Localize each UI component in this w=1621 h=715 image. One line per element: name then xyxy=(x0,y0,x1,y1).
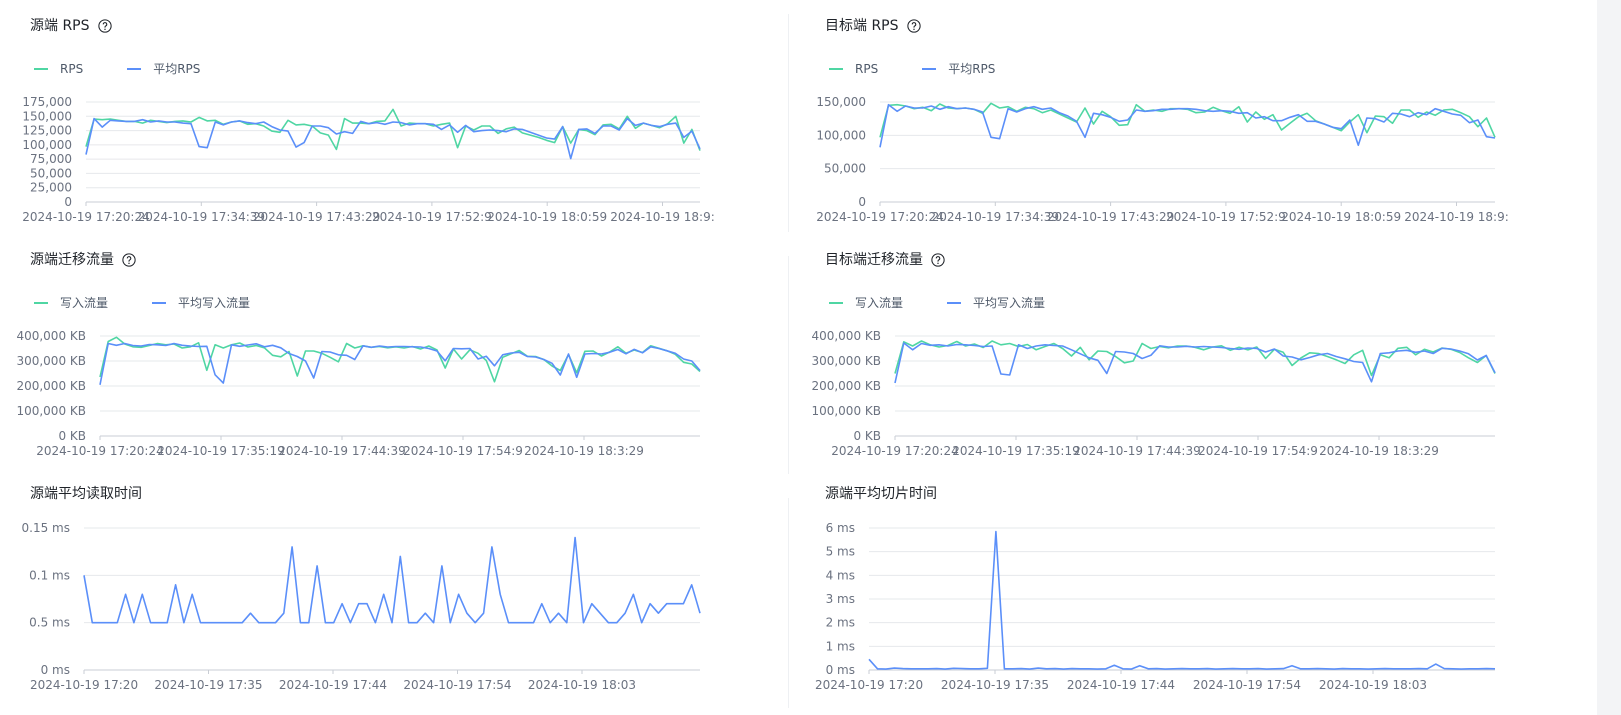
y-tick-label: 3 ms xyxy=(826,592,855,606)
x-tick-label: 2024-10-19 18:03 xyxy=(1319,678,1427,692)
y-tick-label: 50,000 xyxy=(824,162,866,176)
x-tick-label: 2024-10-19 18:9: xyxy=(1404,210,1509,224)
x-tick-label: 2024-10-19 18:9: xyxy=(610,210,715,224)
x-tick-label: 2024-10-19 17:44 xyxy=(279,678,387,692)
panel-source-read-time: 源端平均读取时间 0 ms 0.5 ms 0.1 ms 0.15 ms 2024-10-… xyxy=(22,484,730,715)
x-tick-label: 2024-10-19 17:35 xyxy=(941,678,1049,692)
x-tick-label: 2024-10-19 17:43:29 xyxy=(253,210,380,224)
column-divider-row1 xyxy=(788,14,789,232)
y-tick-label: 0.15 ms xyxy=(22,521,70,535)
x-tick-label: 2024-10-19 17:54:9 xyxy=(1198,444,1318,458)
x-tick-label: 2024-10-19 18:0:59 xyxy=(487,210,607,224)
x-tick-label: 2024-10-19 17:43:29 xyxy=(1047,210,1174,224)
x-tick-label: 2024-10-19 17:52:9 xyxy=(1166,210,1286,224)
x-tick-label: 2024-10-19 17:20 xyxy=(30,678,138,692)
y-tick-label: 200,000 KB xyxy=(811,379,881,393)
line-chart[interactable]: 0 50,000 100,000 150,000 2024-10-19 17:20:24… xyxy=(816,16,1525,236)
x-tick-label: 2024-10-19 17:20:24 xyxy=(831,444,958,458)
y-tick-label: 75,000 xyxy=(30,152,72,166)
x-tick-label: 2024-10-19 18:3:29 xyxy=(524,444,644,458)
y-tick-label: 100,000 KB xyxy=(811,404,881,418)
panel-target-traffic: 目标端迁移流量 写入流量 平均写入流量 0 KB 100,000 KB 200,00… xyxy=(811,250,1525,470)
y-tick-label: 0 ms xyxy=(41,663,70,677)
y-tick-label: 25,000 xyxy=(30,181,72,195)
series-line-actual[interactable] xyxy=(99,336,701,383)
y-tick-label: 1 ms xyxy=(826,639,855,653)
panel-source-traffic: 源端迁移流量 写入流量 平均写入流量 0 KB 100,000 KB 200,000… xyxy=(16,250,730,470)
y-tick-label: 6 ms xyxy=(826,521,855,535)
y-tick-label: 300,000 KB xyxy=(811,354,881,368)
y-tick-label: 175,000 xyxy=(22,95,72,109)
y-tick-label: 0 xyxy=(858,195,866,209)
y-tick-label: 400,000 KB xyxy=(811,329,881,343)
series-line-average[interactable] xyxy=(868,530,1496,670)
y-tick-label: 0 KB xyxy=(58,429,86,443)
x-tick-label: 2024-10-19 17:44:39 xyxy=(278,444,405,458)
x-tick-label: 2024-10-19 17:35:19 xyxy=(157,444,284,458)
x-tick-label: 2024-10-19 17:20:24 xyxy=(22,210,149,224)
y-tick-label: 150,000 xyxy=(22,109,72,123)
series-line-average[interactable] xyxy=(879,103,1496,148)
panel-source-rps: 源端 RPS RPS 平均RPS 0 25,000 50,000 75,000 100,… xyxy=(22,16,730,236)
panel-target-rps: 目标端 RPS RPS 平均RPS 0 50,000 100,000 150,000 2… xyxy=(816,16,1525,236)
x-tick-label: 2024-10-19 17:34:39 xyxy=(138,210,265,224)
line-chart[interactable]: 0 KB 100,000 KB 200,000 KB 300,000 KB 400,00… xyxy=(16,250,730,470)
y-tick-label: 400,000 KB xyxy=(16,329,86,343)
page-scrollbar-track[interactable] xyxy=(1597,0,1621,715)
x-tick-label: 2024-10-19 17:34:39 xyxy=(932,210,1059,224)
x-tick-label: 2024-10-19 17:35:19 xyxy=(952,444,1079,458)
x-tick-label: 2024-10-19 17:54 xyxy=(403,678,511,692)
series-line-average[interactable] xyxy=(894,342,1496,384)
y-tick-label: 150,000 xyxy=(816,95,866,109)
line-chart[interactable]: 0 ms 0.5 ms 0.1 ms 0.15 ms 2024-10-19 17:20 2… xyxy=(22,484,730,715)
y-tick-label: 50,000 xyxy=(30,166,72,180)
x-tick-label: 2024-10-19 17:44 xyxy=(1067,678,1175,692)
y-tick-label: 4 ms xyxy=(826,568,855,582)
x-tick-label: 2024-10-19 18:03 xyxy=(528,678,636,692)
y-tick-label: 0 ms xyxy=(826,663,855,677)
series-line-average[interactable] xyxy=(83,536,701,624)
x-tick-label: 2024-10-19 17:54 xyxy=(1193,678,1301,692)
series-line-average[interactable] xyxy=(99,342,701,385)
x-tick-label: 2024-10-19 18:0:59 xyxy=(1281,210,1401,224)
x-tick-label: 2024-10-19 17:44:39 xyxy=(1073,444,1200,458)
x-tick-label: 2024-10-19 17:20:24 xyxy=(816,210,943,224)
line-chart[interactable]: 0 ms 1 ms 2 ms 3 ms 4 ms 5 ms 6 ms 2024-10-19 1… xyxy=(815,484,1525,715)
y-tick-label: 125,000 xyxy=(22,124,72,138)
x-tick-label: 2024-10-19 17:20:24 xyxy=(36,444,163,458)
column-divider-row2 xyxy=(788,256,789,474)
y-tick-label: 300,000 KB xyxy=(16,354,86,368)
x-tick-label: 2024-10-19 17:35 xyxy=(154,678,262,692)
line-chart[interactable]: 025,00050,00075,000100,000125,000150,000… xyxy=(22,16,730,236)
y-tick-label: 100,000 xyxy=(816,128,866,142)
y-tick-label: 0.5 ms xyxy=(29,616,70,630)
column-divider-row3 xyxy=(788,498,789,708)
line-chart[interactable]: 0 KB 100,000 KB 200,000 KB 300,000 KB 400,00… xyxy=(811,250,1525,470)
x-tick-label: 2024-10-19 18:3:29 xyxy=(1319,444,1439,458)
y-tick-label: 100,000 KB xyxy=(16,404,86,418)
x-tick-label: 2024-10-19 17:52:9 xyxy=(372,210,492,224)
panel-source-slice-time: 源端平均切片时间 0 ms 1 ms 2 ms 3 ms 4 ms 5 ms 6 ms 202… xyxy=(815,484,1525,715)
x-tick-label: 2024-10-19 17:20 xyxy=(815,678,923,692)
y-tick-label: 2 ms xyxy=(826,616,855,630)
y-tick-label: 5 ms xyxy=(826,545,855,559)
x-tick-label: 2024-10-19 17:54:9 xyxy=(403,444,523,458)
y-tick-label: 0 xyxy=(64,195,72,209)
y-tick-label: 0 KB xyxy=(853,429,881,443)
y-tick-label: 0.1 ms xyxy=(29,568,70,582)
y-tick-label: 100,000 xyxy=(22,138,72,152)
y-tick-label: 200,000 KB xyxy=(16,379,86,393)
